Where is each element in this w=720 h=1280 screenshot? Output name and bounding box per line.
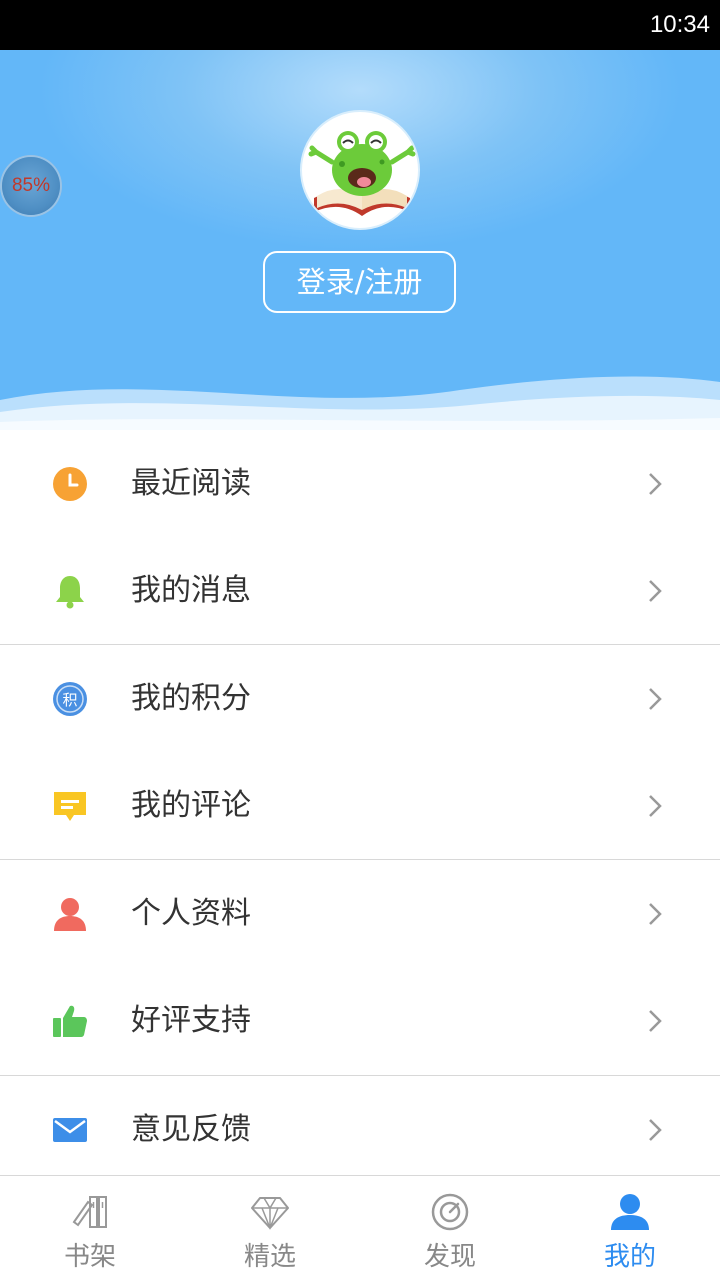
mail-icon [53, 1118, 87, 1142]
tab-mine[interactable]: 我的 [540, 1176, 720, 1280]
avatar[interactable] [300, 110, 420, 230]
bell-icon [56, 576, 84, 609]
chevron-right-icon [649, 903, 662, 925]
tab-bookshelf[interactable]: 书架 [0, 1176, 180, 1280]
comment-icon [54, 792, 86, 821]
tab-label: 精选 [243, 1242, 296, 1272]
compass-icon [431, 1193, 469, 1231]
tab-label: 我的 [603, 1242, 656, 1272]
menu-item-rate-support[interactable]: 好评支持 [0, 967, 720, 1074]
chevron-right-icon [649, 1010, 662, 1032]
menu-label: 意见反馈 [131, 1112, 251, 1147]
bottom-nav: 书架 精选 发现 我的 [0, 1175, 720, 1280]
header-waves [0, 376, 720, 430]
floating-progress-badge[interactable]: 85% [2, 157, 60, 215]
menu-label: 我的积分 [131, 681, 251, 716]
menu-item-my-messages[interactable]: 我的消息 [0, 537, 720, 644]
menu-item-my-points[interactable]: 积 我的积分 [0, 645, 720, 752]
chevron-right-icon [649, 580, 662, 602]
user-icon [54, 898, 86, 931]
status-bar: 10:34 [0, 0, 720, 50]
menu-item-personal-info[interactable]: 个人资料 [0, 860, 720, 967]
chevron-right-icon [649, 1119, 662, 1141]
menu-label: 好评支持 [131, 1003, 251, 1038]
chevron-right-icon [649, 688, 662, 710]
menu-label: 我的评论 [131, 788, 251, 823]
chevron-right-icon [649, 795, 662, 817]
thumbs-up-icon [53, 1005, 87, 1037]
frog-reading-icon [308, 131, 416, 216]
menu-label: 个人资料 [131, 896, 251, 931]
status-time: 10:34 [649, 11, 710, 38]
clock-icon [53, 467, 87, 501]
menu-label: 我的消息 [131, 573, 251, 608]
menu-item-recent-reading[interactable]: 最近阅读 [0, 430, 720, 537]
menu-item-my-comments[interactable]: 我的评论 [0, 752, 720, 859]
points-icon-glyph: 积 [62, 691, 77, 709]
menu-label: 最近阅读 [131, 466, 251, 501]
tab-featured[interactable]: 精选 [180, 1176, 360, 1280]
login-register-button[interactable]: 登录/注册 [263, 251, 456, 313]
diamond-icon [251, 1197, 289, 1231]
floating-badge-text: 85% [11, 175, 51, 196]
tab-label: 书架 [63, 1242, 116, 1272]
profile-icon [611, 1194, 649, 1230]
points-icon: 积 [53, 682, 87, 716]
bookshelf-icon [72, 1196, 107, 1228]
menu-item-feedback[interactable]: 意见反馈 [0, 1076, 720, 1183]
chevron-right-icon [649, 473, 662, 495]
tab-discover[interactable]: 发现 [360, 1176, 540, 1280]
profile-header: 登录/注册 [0, 50, 720, 430]
tab-label: 发现 [423, 1242, 476, 1272]
